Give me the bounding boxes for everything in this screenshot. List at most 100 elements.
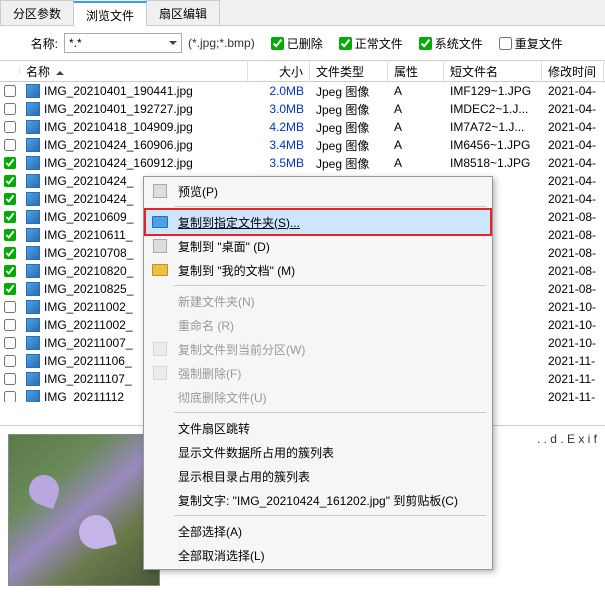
file-icon (26, 138, 40, 152)
file-mtime: 2021-08- (542, 228, 604, 242)
file-icon (26, 192, 40, 206)
file-size: 3.5MB (248, 156, 310, 170)
chk-deleted[interactable]: 已删除 (271, 35, 323, 52)
row-checkbox[interactable] (4, 265, 16, 277)
file-shortname: IMF129~1.JPG (444, 84, 542, 98)
menu-copy-to-folder[interactable]: 复制到指定文件夹(S)... (146, 210, 490, 234)
tab-sector[interactable]: 扇区编辑 (146, 0, 220, 25)
file-name: IMG_20210401_192727.jpg (44, 102, 193, 116)
file-mtime: 2021-10- (542, 300, 604, 314)
row-checkbox[interactable] (4, 85, 16, 97)
file-name: IMG_20210424_ (44, 192, 133, 206)
image-preview (8, 434, 160, 586)
chk-system-box[interactable] (419, 37, 432, 50)
file-type: Jpeg 图像 (310, 137, 388, 154)
row-checkbox[interactable] (4, 139, 16, 151)
chk-normal[interactable]: 正常文件 (339, 35, 403, 52)
menu-copy-desktop[interactable]: 复制到 "桌面" (D) (146, 234, 490, 258)
file-attr: A (388, 156, 444, 170)
file-mtime: 2021-11- (542, 390, 604, 402)
chk-duplicate-box[interactable] (499, 37, 512, 50)
menu-new-folder: 新建文件夹(N) (146, 289, 490, 313)
row-checkbox[interactable] (4, 319, 16, 331)
file-mtime: 2021-11- (542, 372, 604, 386)
table-row[interactable]: IMG_20210401_190441.jpg2.0MBJpeg 图像AIMF1… (0, 82, 605, 100)
file-name: IMG_20210820_ (44, 264, 133, 278)
col-checkbox[interactable] (0, 68, 20, 74)
context-menu: 预览(P) 复制到指定文件夹(S)... 复制到 "桌面" (D) 复制到 "我… (143, 176, 493, 570)
row-checkbox[interactable] (4, 301, 16, 313)
file-mtime: 2021-04- (542, 84, 604, 98)
file-mtime: 2021-04- (542, 102, 604, 116)
file-name: IMG_20211002_ (44, 300, 133, 314)
row-checkbox[interactable] (4, 283, 16, 295)
table-row[interactable]: IMG_20210424_160906.jpg3.4MBJpeg 图像AIM64… (0, 136, 605, 154)
tab-browse[interactable]: 浏览文件 (73, 1, 147, 26)
row-checkbox[interactable] (4, 229, 16, 241)
menu-separator (174, 515, 486, 516)
file-name: IMG_20210424_160912.jpg (44, 156, 193, 170)
menu-show-root-clusters[interactable]: 显示根目录占用的簇列表 (146, 464, 490, 488)
grid-header: 名称 大小 文件类型 属性 短文件名 修改时间 (0, 60, 605, 82)
desktop-icon (153, 239, 167, 253)
menu-separator (174, 206, 486, 207)
row-checkbox[interactable] (4, 211, 16, 223)
file-icon (26, 318, 40, 332)
menu-copy-text[interactable]: 复制文字: "IMG_20210424_161202.jpg" 到剪贴板(C) (146, 488, 490, 512)
chk-system[interactable]: 系统文件 (419, 35, 483, 52)
row-checkbox[interactable] (4, 355, 16, 367)
file-icon (26, 156, 40, 170)
file-icon (26, 372, 40, 386)
row-checkbox[interactable] (4, 175, 16, 187)
col-name[interactable]: 名称 (20, 60, 248, 83)
menu-permanent-delete: 彻底删除文件(U) (146, 385, 490, 409)
col-mtime[interactable]: 修改时间 (542, 60, 604, 83)
folder-icon (152, 216, 168, 228)
col-short[interactable]: 短文件名 (444, 60, 542, 83)
row-checkbox[interactable] (4, 121, 16, 133)
file-mtime: 2021-10- (542, 318, 604, 332)
delete-icon (153, 366, 167, 380)
menu-force-delete: 强制删除(F) (146, 361, 490, 385)
row-checkbox[interactable] (4, 193, 16, 205)
file-icon (26, 120, 40, 134)
file-icon (26, 228, 40, 242)
copy-icon (153, 342, 167, 356)
file-mtime: 2021-10- (542, 336, 604, 350)
filter-bar: 名称: *.* (*.jpg;*.bmp) 已删除 正常文件 系统文件 重复文件 (0, 26, 605, 60)
file-mtime: 2021-04- (542, 156, 604, 170)
file-mtime: 2021-08- (542, 282, 604, 296)
row-checkbox[interactable] (4, 337, 16, 349)
row-checkbox[interactable] (4, 247, 16, 259)
row-checkbox[interactable] (4, 391, 16, 402)
table-row[interactable]: IMG_20210401_192727.jpg3.0MBJpeg 图像AIMDE… (0, 100, 605, 118)
col-size[interactable]: 大小 (248, 60, 310, 83)
col-attr[interactable]: 属性 (388, 60, 444, 83)
chk-duplicate[interactable]: 重复文件 (499, 35, 563, 52)
chk-normal-box[interactable] (339, 37, 352, 50)
menu-preview[interactable]: 预览(P) (146, 179, 490, 203)
menu-sector-jump[interactable]: 文件扇区跳转 (146, 416, 490, 440)
sort-asc-icon (56, 67, 64, 75)
menu-copy-mydocs[interactable]: 复制到 "我的文档" (M) (146, 258, 490, 282)
file-mtime: 2021-11- (542, 354, 604, 368)
name-label: 名称: (10, 35, 58, 52)
file-icon (26, 246, 40, 260)
col-type[interactable]: 文件类型 (310, 60, 388, 83)
menu-select-all[interactable]: 全部选择(A) (146, 519, 490, 543)
tab-partition[interactable]: 分区参数 (0, 0, 74, 25)
name-pattern-input[interactable]: *.* (64, 33, 182, 53)
menu-deselect-all[interactable]: 全部取消选择(L) (146, 543, 490, 567)
table-row[interactable]: IMG_20210424_160912.jpg3.5MBJpeg 图像AIM85… (0, 154, 605, 172)
preview-icon (153, 184, 167, 198)
menu-show-clusters[interactable]: 显示文件数据所占用的簇列表 (146, 440, 490, 464)
file-name: IMG_20211007_ (44, 336, 133, 350)
row-checkbox[interactable] (4, 373, 16, 385)
table-row[interactable]: IMG_20210418_104909.jpg4.2MBJpeg 图像AIM7A… (0, 118, 605, 136)
file-icon (26, 282, 40, 296)
row-checkbox[interactable] (4, 157, 16, 169)
menu-separator (174, 412, 486, 413)
chk-deleted-box[interactable] (271, 37, 284, 50)
row-checkbox[interactable] (4, 103, 16, 115)
file-attr: A (388, 102, 444, 116)
